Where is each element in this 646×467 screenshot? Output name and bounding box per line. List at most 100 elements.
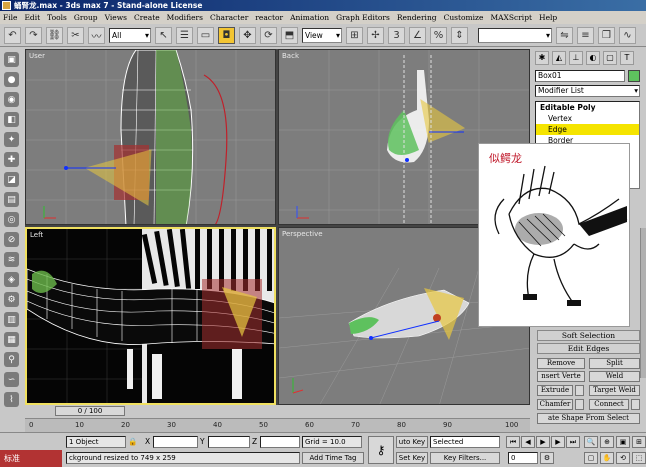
menu-customize[interactable]: Customize: [444, 13, 484, 22]
align-icon[interactable]: ≡: [577, 26, 594, 44]
menu-views[interactable]: Views: [105, 13, 127, 22]
box-icon[interactable]: ▣: [4, 52, 19, 67]
selection-filter-dropdown[interactable]: All: [109, 27, 151, 43]
modifier-list-dropdown[interactable]: Modifier List: [535, 85, 640, 97]
menu-file[interactable]: File: [3, 13, 17, 22]
link-icon[interactable]: ⊘: [4, 232, 19, 247]
previous-frame-icon[interactable]: ◀: [521, 436, 535, 448]
angle-snap-icon[interactable]: ∠: [409, 26, 426, 44]
light-icon[interactable]: ✦: [4, 132, 19, 147]
menu-animation[interactable]: Animation: [290, 13, 329, 22]
command-panel-scrollbar[interactable]: [640, 228, 646, 378]
layer-manager-icon[interactable]: ❒: [598, 26, 615, 44]
rectangular-selection-icon[interactable]: ▭: [197, 26, 214, 44]
time-slider[interactable]: 0 / 100: [25, 405, 530, 417]
wire-icon[interactable]: ⌇: [4, 392, 19, 407]
motion-tab-icon[interactable]: ◐: [586, 50, 600, 65]
zoom-all-icon[interactable]: ⊕: [600, 436, 614, 448]
set-key-button[interactable]: Set Key: [396, 452, 428, 464]
y-coordinate-field[interactable]: [208, 436, 250, 448]
unlink-icon[interactable]: ✂: [67, 26, 84, 44]
viewport-user[interactable]: User: [25, 49, 276, 225]
go-to-end-icon[interactable]: ⏭: [566, 436, 580, 448]
menu-rendering[interactable]: Rendering: [397, 13, 437, 22]
curve-editor-icon[interactable]: ∿: [619, 26, 636, 44]
z-coordinate-field[interactable]: [260, 436, 300, 448]
connect-settings-button[interactable]: [631, 399, 640, 410]
add-time-tag-button[interactable]: Add Time Tag: [302, 452, 364, 464]
utilities-tab-icon[interactable]: T: [620, 50, 634, 65]
stack-item-vertex[interactable]: Vertex: [536, 113, 639, 124]
bind-space-warp-icon[interactable]: 〰: [88, 26, 105, 44]
current-frame-field[interactable]: 0: [508, 452, 538, 464]
reference-coordinate-dropdown[interactable]: View: [302, 27, 342, 43]
extrude-settings-button[interactable]: [575, 385, 584, 396]
menu-reactor[interactable]: reactor: [255, 13, 283, 22]
modifier-icon[interactable]: ◪: [4, 172, 19, 187]
target-weld-button[interactable]: Target Weld: [589, 385, 640, 396]
menu-maxscript[interactable]: MAXScript: [490, 13, 532, 22]
weld-button[interactable]: Weld: [589, 371, 640, 382]
select-by-name-icon[interactable]: ☰: [176, 26, 193, 44]
render-icon[interactable]: ◎: [4, 212, 19, 227]
zoom-extents-icon[interactable]: ▣: [616, 436, 630, 448]
viewport-left[interactable]: Left: [25, 227, 276, 405]
next-frame-icon[interactable]: ▶: [551, 436, 565, 448]
lock-selection-icon[interactable]: 🔒: [128, 437, 137, 446]
move-icon[interactable]: ✥: [239, 26, 256, 44]
grid-icon[interactable]: ▦: [4, 332, 19, 347]
zoom-extents-all-icon[interactable]: ⊞: [632, 436, 646, 448]
select-manipulate-icon[interactable]: ✢: [367, 26, 384, 44]
bone-icon[interactable]: ⚲: [4, 352, 19, 367]
named-selection-sets-dropdown[interactable]: [478, 27, 552, 43]
stack-item-edge[interactable]: Edge: [536, 124, 639, 135]
object-name-field[interactable]: Box01: [535, 70, 625, 82]
key-selection-dropdown[interactable]: Selected: [430, 436, 500, 448]
display-tab-icon[interactable]: ▢: [603, 50, 617, 65]
extrude-button[interactable]: Extrude: [537, 385, 573, 396]
gear-icon[interactable]: ⚙: [4, 292, 19, 307]
menu-create[interactable]: Create: [134, 13, 160, 22]
snaps-toggle-icon[interactable]: 3: [388, 26, 405, 44]
mirror-icon[interactable]: ⇋: [556, 26, 573, 44]
redo-icon[interactable]: ↷: [25, 26, 42, 44]
undo-icon[interactable]: ↶: [4, 26, 21, 44]
stack-item-editable-poly[interactable]: Editable Poly: [536, 102, 639, 113]
pan-icon[interactable]: ✋: [600, 452, 614, 464]
create-shape-from-selection-button[interactable]: ate Shape From Select: [537, 413, 640, 424]
menu-graph-editors[interactable]: Graph Editors: [336, 13, 390, 22]
time-config-icon[interactable]: ⚙: [540, 452, 554, 464]
menu-help[interactable]: Help: [539, 13, 557, 22]
shape-icon[interactable]: ◈: [4, 272, 19, 287]
menu-edit[interactable]: Edit: [24, 13, 40, 22]
split-button[interactable]: Split: [589, 358, 640, 369]
create-tab-icon[interactable]: ✱: [535, 50, 549, 65]
modify-tab-icon[interactable]: ◭: [552, 50, 566, 65]
object-color-swatch[interactable]: [628, 70, 640, 82]
rollout-edit-edges[interactable]: Edit Edges: [537, 343, 640, 354]
window-crossing-icon[interactable]: ◘: [218, 26, 235, 44]
camera-icon[interactable]: ◧: [4, 112, 19, 127]
select-object-icon[interactable]: ↖: [155, 26, 172, 44]
layers-icon[interactable]: ▥: [4, 312, 19, 327]
menu-tools[interactable]: Tools: [47, 13, 67, 22]
cylinder-icon[interactable]: ▤: [4, 192, 19, 207]
key-filters-button[interactable]: Key Filters...: [430, 452, 500, 464]
pivot-center-icon[interactable]: ⊞: [346, 26, 363, 44]
select-and-link-icon[interactable]: ⛓: [46, 26, 63, 44]
hierarchy-tab-icon[interactable]: ⊥: [569, 50, 583, 65]
time-slider-thumb[interactable]: 0 / 100: [55, 406, 125, 416]
warp-icon[interactable]: ≋: [4, 252, 19, 267]
helper-icon[interactable]: ✚: [4, 152, 19, 167]
key-mode-icon[interactable]: ⚷: [368, 436, 394, 464]
region-zoom-icon[interactable]: ▢: [584, 452, 598, 464]
sphere-icon[interactable]: ●: [4, 72, 19, 87]
scale-icon[interactable]: ⬒: [281, 26, 298, 44]
menu-modifiers[interactable]: Modifiers: [167, 13, 203, 22]
play-icon[interactable]: ▶: [536, 436, 550, 448]
x-coordinate-field[interactable]: [153, 436, 198, 448]
chamfer-button[interactable]: Chamfer: [537, 399, 573, 410]
connect-button[interactable]: Connect: [589, 399, 629, 410]
remove-button[interactable]: Remove: [537, 358, 585, 369]
maximize-viewport-icon[interactable]: ⬚: [632, 452, 646, 464]
